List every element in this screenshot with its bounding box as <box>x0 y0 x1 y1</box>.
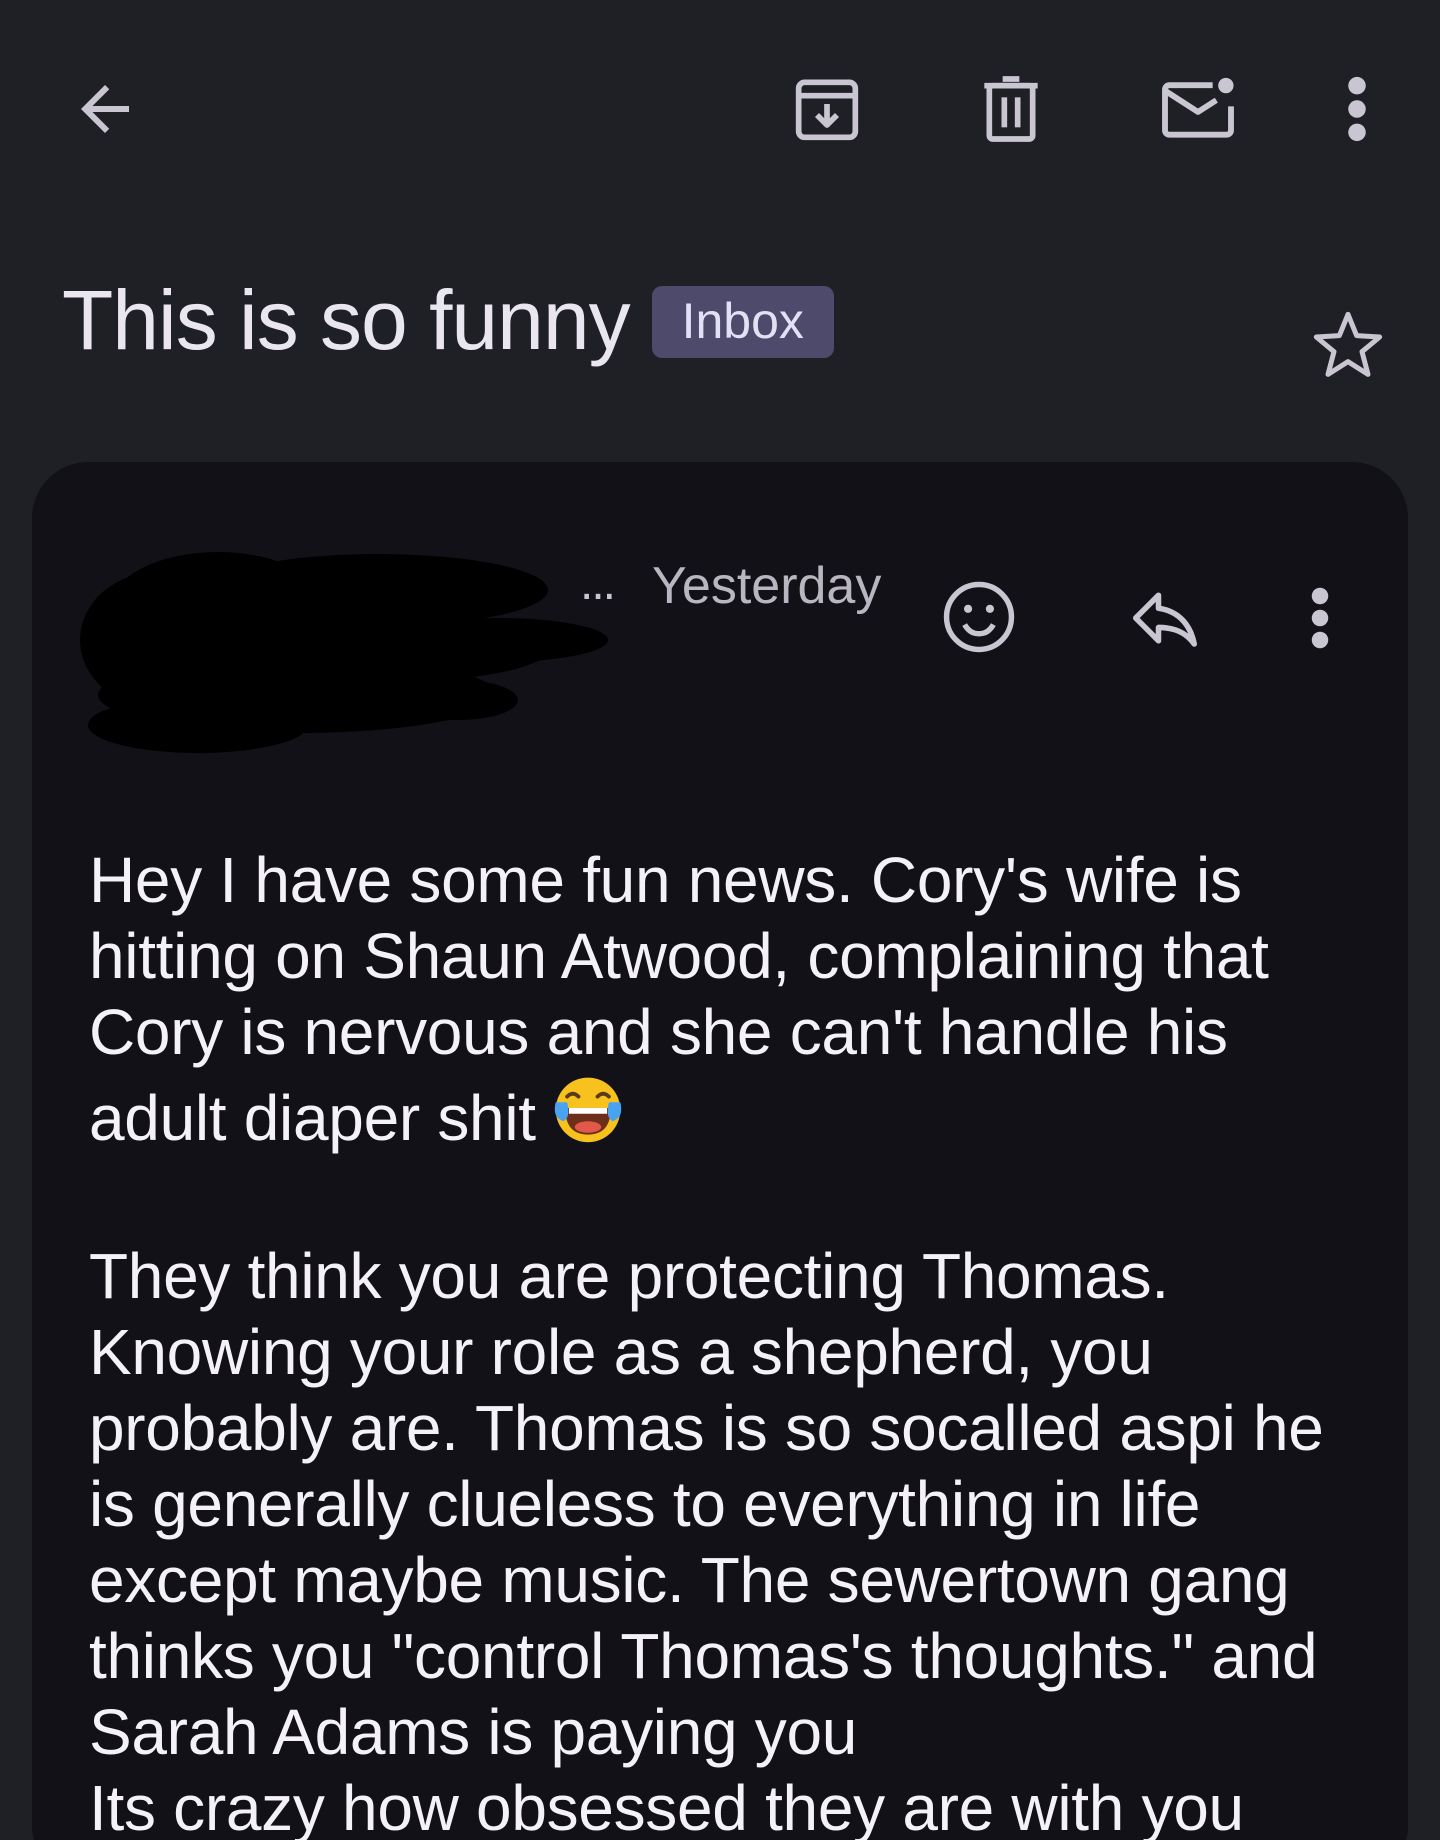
body-line: probably are. Thomas is so socalled aspi… <box>89 1392 1324 1464</box>
body-line: Cory is nervous and she can't handle his <box>89 996 1228 1068</box>
star-button[interactable] <box>1308 305 1388 385</box>
more-vert-icon <box>1348 76 1366 142</box>
star-icon <box>1313 311 1383 377</box>
body-line: thinks you "control Thomas's thoughts." … <box>89 1620 1318 1692</box>
add-reaction-button[interactable] <box>932 570 1026 664</box>
delete-button[interactable] <box>966 64 1056 154</box>
body-line: except maybe music. The sewertown gang <box>89 1544 1290 1616</box>
top-toolbar <box>0 0 1440 220</box>
body-line: adult diaper shit <box>89 1082 536 1154</box>
inbox-label-chip[interactable]: Inbox <box>651 286 834 358</box>
body-line: is generally clueless to everything in l… <box>89 1468 1201 1540</box>
message-more-button[interactable] <box>1290 578 1350 658</box>
body-line: They think you are protecting Thomas. <box>89 1240 1169 1312</box>
more-options-button[interactable] <box>1322 64 1392 154</box>
body-line-with-emoji: adult diaper shit <box>89 1070 1379 1162</box>
message-body: Hey I have some fun news. Cory's wife is… <box>89 842 1379 1840</box>
body-line: Its crazy how obsessed they are with you <box>89 1772 1244 1840</box>
laughing-tears-emoji-icon <box>550 1070 626 1162</box>
body-line: Hey I have some fun news. Cory's wife is <box>89 844 1242 916</box>
message-date: Yesterday <box>652 557 882 615</box>
email-thread-view: This is so funny Inbox ... Yesterday Hey… <box>0 0 1440 1840</box>
mark-unread-button[interactable] <box>1150 64 1246 154</box>
body-line: Knowing your role as a shepherd, you <box>89 1316 1153 1388</box>
arrow-left-icon <box>81 85 129 133</box>
reply-icon <box>1132 592 1198 647</box>
body-line: Sarah Adams is paying you <box>89 1696 858 1768</box>
reply-button[interactable] <box>1120 578 1210 658</box>
archive-icon <box>795 79 859 141</box>
sender-redacted-scribble <box>80 552 608 753</box>
mail-unread-icon <box>1162 77 1234 138</box>
emoji-reaction-icon <box>943 581 1015 653</box>
trash-icon <box>984 76 1038 142</box>
archive-button[interactable] <box>782 64 872 154</box>
body-line: hitting on Shaun Atwood, complaining tha… <box>89 920 1269 992</box>
thread-subject: This is so funny <box>62 272 631 367</box>
back-button[interactable] <box>60 64 150 154</box>
more-vert-icon <box>1311 587 1329 649</box>
recipient-ellipsis: ... <box>580 557 616 610</box>
subject-row: This is so funny Inbox <box>62 270 834 370</box>
